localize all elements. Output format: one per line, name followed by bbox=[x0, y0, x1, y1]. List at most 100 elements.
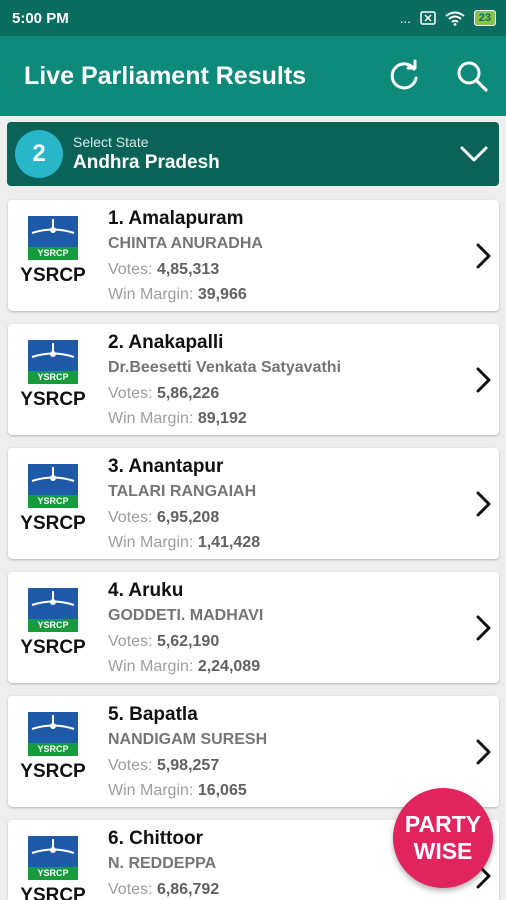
state-text: Select State Andhra Pradesh bbox=[73, 134, 459, 175]
refresh-icon bbox=[390, 59, 418, 90]
party-name: YSRCP bbox=[20, 513, 86, 534]
margin-value: 39,966 bbox=[197, 286, 247, 303]
party-flag: YSRCP bbox=[28, 340, 78, 384]
state-selector[interactable]: 2 Select State Andhra Pradesh bbox=[7, 122, 499, 186]
flag-label: YSRCP bbox=[28, 247, 78, 260]
candidate-name: CHINTA ANURADHA bbox=[108, 235, 263, 252]
fan-icon bbox=[31, 219, 75, 234]
votes-row: Votes: 6,86,792 bbox=[108, 881, 220, 898]
result-card[interactable]: YSRCP YSRCP 2. Anakapalli Dr.Beesetti Ve… bbox=[8, 324, 499, 435]
result-card[interactable]: YSRCP YSRCP 1. Amalapuram CHINTA ANURADH… bbox=[8, 200, 499, 311]
constituency-name: 6. Chittoor bbox=[108, 828, 203, 849]
result-card[interactable]: YSRCP YSRCP 3. Anantapur TALARI RANGAIAH… bbox=[8, 448, 499, 559]
result-info: 5. Bapatla NANDIGAM SURESH Votes: 5,98,2… bbox=[108, 696, 267, 807]
chevron-right-icon bbox=[476, 243, 491, 269]
party-logo: YSRCP YSRCP bbox=[8, 820, 98, 900]
result-info: 6. Chittoor N. REDDEPPA Votes: 6,86,792 bbox=[108, 820, 219, 900]
party-logo: YSRCP YSRCP bbox=[8, 572, 98, 683]
party-flag: YSRCP bbox=[28, 588, 78, 632]
app-actions bbox=[386, 58, 490, 94]
margin-row: Win Margin: 89,192 bbox=[108, 410, 247, 427]
more-dots: ... bbox=[399, 10, 411, 26]
status-icons: ... 23 bbox=[400, 10, 496, 26]
candidate-name: N. REDDEPPA bbox=[108, 855, 217, 872]
refresh-button[interactable] bbox=[386, 58, 422, 94]
result-info: 1. Amalapuram CHINTA ANURADHA Votes: 4,8… bbox=[108, 200, 263, 311]
candidate-name: NANDIGAM SURESH bbox=[108, 731, 268, 748]
margin-row: Win Margin: 39,966 bbox=[108, 286, 247, 303]
result-card[interactable]: YSRCP YSRCP 4. Aruku GODDETI. MADHAVI Vo… bbox=[8, 572, 499, 683]
fan-icon bbox=[31, 343, 75, 358]
margin-row: Win Margin: 1,41,428 bbox=[108, 534, 261, 551]
party-logo: YSRCP YSRCP bbox=[8, 696, 98, 807]
party-flag: YSRCP bbox=[28, 464, 78, 508]
search-icon bbox=[457, 61, 488, 92]
margin-row: Win Margin: 2,24,089 bbox=[108, 658, 261, 675]
votes-value: 5,98,257 bbox=[156, 757, 220, 774]
votes-value: 6,86,792 bbox=[156, 881, 220, 898]
votes-row: Votes: 6,95,208 bbox=[108, 509, 220, 526]
search-button[interactable] bbox=[454, 58, 490, 94]
fan-icon bbox=[31, 591, 75, 606]
party-flag: YSRCP bbox=[28, 836, 78, 880]
status-time: 5:00 PM bbox=[12, 9, 69, 27]
chevron-right-icon bbox=[476, 491, 491, 517]
margin-value: 2,24,089 bbox=[197, 658, 261, 675]
votes-value: 5,62,190 bbox=[156, 633, 220, 650]
constituency-name: 5. Bapatla bbox=[108, 704, 198, 725]
sim-icon bbox=[420, 11, 436, 25]
votes-value: 5,86,226 bbox=[156, 385, 220, 402]
party-logo: YSRCP YSRCP bbox=[8, 324, 98, 435]
fab-line1: PARTY bbox=[404, 811, 482, 837]
chevron-right-icon bbox=[476, 739, 491, 765]
constituency-name: 4. Aruku bbox=[108, 580, 184, 601]
flag-label: YSRCP bbox=[28, 619, 78, 632]
constituency-name: 3. Anantapur bbox=[108, 456, 224, 477]
battery-indicator: 23 bbox=[473, 10, 496, 26]
margin-value: 89,192 bbox=[197, 410, 247, 427]
party-logo: YSRCP YSRCP bbox=[8, 448, 98, 559]
fan-icon bbox=[31, 839, 75, 854]
party-name: YSRCP bbox=[20, 265, 86, 286]
result-info: 2. Anakapalli Dr.Beesetti Venkata Satyav… bbox=[108, 324, 341, 435]
chevron-right-icon bbox=[476, 615, 491, 641]
state-caption: Select State bbox=[73, 133, 149, 150]
candidate-name: TALARI RANGAIAH bbox=[108, 483, 257, 500]
state-name: Andhra Pradesh bbox=[73, 151, 220, 173]
result-info: 3. Anantapur TALARI RANGAIAH Votes: 6,95… bbox=[108, 448, 260, 559]
status-bar: 5:00 PM ... 23 bbox=[0, 0, 506, 36]
constituency-name: 2. Anakapalli bbox=[108, 332, 224, 353]
app-title: Live Parliament Results bbox=[24, 61, 307, 90]
flag-label: YSRCP bbox=[28, 743, 78, 756]
party-name: YSRCP bbox=[20, 885, 86, 900]
party-name: YSRCP bbox=[20, 761, 86, 782]
votes-value: 6,95,208 bbox=[156, 509, 220, 526]
margin-value: 1,41,428 bbox=[197, 534, 261, 551]
votes-row: Votes: 5,86,226 bbox=[108, 385, 220, 402]
votes-row: Votes: 5,62,190 bbox=[108, 633, 220, 650]
party-flag: YSRCP bbox=[28, 216, 78, 260]
state-badge: 2 bbox=[15, 130, 63, 178]
flag-label: YSRCP bbox=[28, 867, 78, 880]
party-name: YSRCP bbox=[20, 389, 86, 410]
margin-value: 16,065 bbox=[197, 782, 247, 799]
fan-icon bbox=[31, 715, 75, 730]
wifi-icon bbox=[445, 11, 465, 26]
party-name: YSRCP bbox=[20, 637, 86, 658]
constituency-name: 1. Amalapuram bbox=[108, 208, 244, 229]
margin-row: Win Margin: 16,065 bbox=[108, 782, 247, 799]
fan-icon bbox=[31, 467, 75, 482]
candidate-name: GODDETI. MADHAVI bbox=[108, 607, 264, 624]
party-logo: YSRCP YSRCP bbox=[8, 200, 98, 311]
party-wise-button[interactable]: PARTY WISE bbox=[393, 788, 493, 888]
votes-row: Votes: 5,98,257 bbox=[108, 757, 220, 774]
flag-label: YSRCP bbox=[28, 371, 78, 384]
result-info: 4. Aruku GODDETI. MADHAVI Votes: 5,62,19… bbox=[108, 572, 263, 683]
candidate-name: Dr.Beesetti Venkata Satyavathi bbox=[108, 359, 342, 376]
fab-line2: WISE bbox=[413, 838, 473, 864]
party-flag: YSRCP bbox=[28, 712, 78, 756]
app-bar: Live Parliament Results bbox=[0, 36, 506, 116]
chevron-down-icon bbox=[460, 146, 488, 162]
flag-label: YSRCP bbox=[28, 495, 78, 508]
votes-row: Votes: 4,85,313 bbox=[108, 261, 220, 278]
